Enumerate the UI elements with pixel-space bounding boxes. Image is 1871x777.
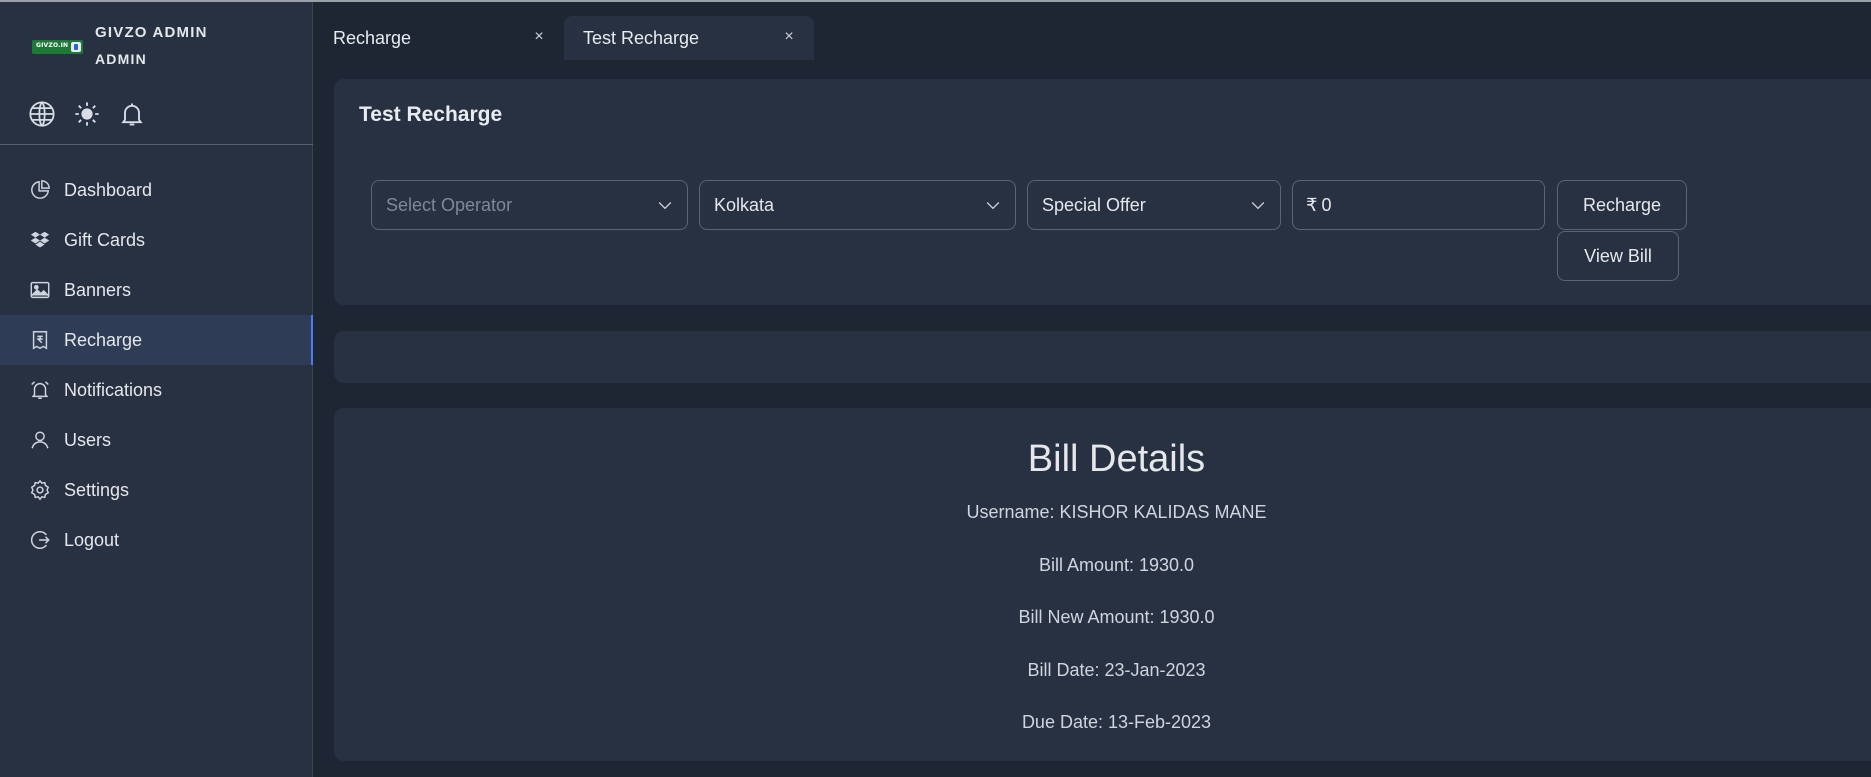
gear-icon	[29, 479, 51, 501]
globe-icon[interactable]	[28, 100, 56, 128]
logo-text: GIVZO.IN	[36, 42, 69, 49]
tab-recharge[interactable]: Recharge ×	[314, 16, 564, 60]
image-icon	[29, 279, 51, 301]
plan-select[interactable]: Special Offer	[1027, 180, 1281, 230]
due-date: Due Date: 13-Feb-2023	[1021, 712, 1212, 732]
sidebar-item-label: Recharge	[64, 329, 143, 350]
bill-username: Username: KISHOR KALIDAS MANE	[966, 502, 1267, 522]
sidebar: GIVZO.IN GIVZO ADMIN ADMIN Dashboard Gif…	[0, 2, 313, 777]
recharge-button[interactable]: Recharge	[1557, 180, 1687, 230]
tab-label: Test Recharge	[583, 27, 700, 48]
brand-role: ADMIN	[95, 51, 147, 67]
brand-title: GIVZO ADMIN	[95, 24, 208, 41]
close-icon[interactable]: ×	[530, 28, 548, 46]
sidebar-item-gift-cards[interactable]: Gift Cards	[0, 215, 313, 265]
tab-label: Recharge	[333, 27, 412, 48]
plan-value: Special Offer	[1042, 194, 1146, 215]
bill-details-title: Bill Details	[1027, 438, 1206, 480]
sidebar-item-recharge[interactable]: Recharge	[0, 315, 313, 365]
tab-bar: Recharge × Test Recharge ×	[314, 2, 1871, 60]
sidebar-item-logout[interactable]: Logout	[0, 515, 313, 565]
alarm-icon	[29, 379, 51, 401]
chevron-down-icon	[655, 195, 675, 215]
view-bill-button[interactable]: View Bill	[1557, 231, 1679, 281]
test-recharge-card: Test Recharge Select Operator Kolkata Sp…	[334, 79, 1871, 305]
sidebar-item-users[interactable]: Users	[0, 415, 313, 465]
sidebar-item-label: Users	[64, 429, 112, 450]
sidebar-item-label: Settings	[64, 479, 130, 500]
circle-select[interactable]: Kolkata	[699, 180, 1016, 230]
bill-details-card: Bill Details Username: KISHOR KALIDAS MA…	[334, 408, 1871, 761]
close-icon[interactable]: ×	[780, 28, 798, 46]
sidebar-item-notifications[interactable]: Notifications	[0, 365, 313, 415]
sidebar-item-dashboard[interactable]: Dashboard	[0, 165, 313, 215]
chevron-down-icon	[983, 195, 1003, 215]
logout-icon	[29, 529, 51, 551]
amount-value: 0	[1321, 194, 1332, 215]
tab-test-recharge[interactable]: Test Recharge ×	[564, 16, 814, 60]
sidebar-item-label: Dashboard	[64, 179, 153, 200]
operator-select[interactable]: Select Operator	[371, 180, 688, 230]
amount-input[interactable]: ₹ 0	[1292, 180, 1545, 230]
user-icon	[29, 429, 51, 451]
logo-mark-icon	[71, 42, 81, 52]
sun-icon[interactable]	[73, 100, 101, 128]
sidebar-divider	[0, 144, 313, 145]
sidebar-item-banners[interactable]: Banners	[0, 265, 313, 315]
bill-amount: Bill Amount: 1930.0	[1038, 555, 1195, 575]
sidebar-item-label: Gift Cards	[64, 229, 146, 250]
bill-date: Bill Date: 23-Jan-2023	[1027, 660, 1206, 680]
quick-actions	[28, 100, 228, 130]
rupee-icon: ₹	[1306, 194, 1318, 215]
circle-value: Kolkata	[714, 194, 775, 215]
pie-chart-icon	[29, 179, 51, 201]
givzo-logo: GIVZO.IN	[32, 40, 83, 54]
sidebar-item-label: Notifications	[64, 379, 163, 400]
sidebar-nav: Dashboard Gift Cards Banners Recharge No…	[0, 165, 313, 565]
bell-icon[interactable]	[118, 100, 146, 128]
page-title: Test Recharge	[359, 103, 503, 126]
result-panel	[334, 331, 1871, 383]
sidebar-item-label: Banners	[64, 279, 132, 300]
operator-placeholder: Select Operator	[386, 194, 513, 215]
brand[interactable]: GIVZO.IN GIVZO ADMIN ADMIN	[32, 20, 302, 74]
rupee-receipt-icon	[29, 329, 51, 351]
sidebar-item-settings[interactable]: Settings	[0, 465, 313, 515]
sidebar-item-label: Logout	[64, 529, 120, 550]
dropbox-icon	[29, 229, 51, 251]
bill-new-amount: Bill New Amount: 1930.0	[1018, 607, 1215, 627]
chevron-down-icon	[1248, 195, 1268, 215]
